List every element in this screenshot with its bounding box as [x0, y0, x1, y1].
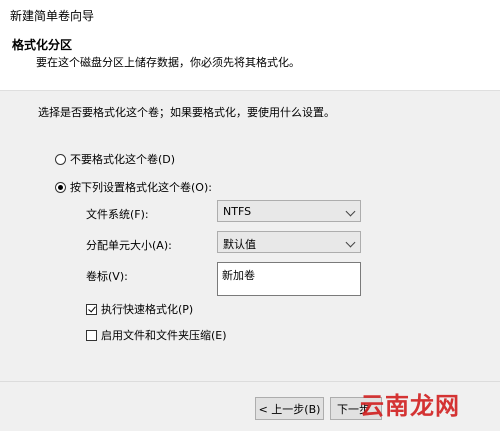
format-prompt: 选择是否要格式化这个卷；如果要格式化，要使用什么设置。: [38, 106, 335, 119]
allocation-label: 分配单元大小(A):: [86, 239, 172, 252]
quick-format-box[interactable]: [86, 303, 97, 315]
page-title: 格式化分区: [12, 38, 73, 52]
chevron-down-icon: [345, 206, 356, 217]
window-title: 新建简单卷向导: [10, 9, 95, 23]
filesystem-value: NTFS: [223, 205, 252, 218]
page-description: 要在这个磁盘分区上储存数据，你必须先将其格式化。: [36, 56, 300, 69]
volume-label-value: 新加卷: [222, 269, 255, 282]
back-button[interactable]: < 上一步(B): [255, 397, 324, 420]
allocation-value: 默认值: [223, 238, 256, 251]
quick-format-label: 执行快速格式化(P): [101, 303, 194, 316]
radio-no-format-label: 不要格式化这个卷(D): [70, 153, 176, 166]
filesystem-label: 文件系统(F):: [86, 208, 149, 221]
compression-box[interactable]: [86, 329, 97, 341]
volume-label-input[interactable]: 新加卷: [217, 262, 361, 296]
compression-label: 启用文件和文件夹压缩(E): [101, 329, 227, 342]
back-button-label: < 上一步(B): [258, 402, 321, 416]
radio-no-format-indicator[interactable]: [55, 153, 66, 165]
watermark-logo: 云南龙网: [360, 391, 460, 420]
radio-format-indicator[interactable]: [55, 181, 66, 193]
wizard-header: 格式化分区 要在这个磁盘分区上储存数据，你必须先将其格式化。: [0, 28, 500, 91]
title-bar: 新建简单卷向导: [0, 0, 500, 28]
wizard-body: 选择是否要格式化这个卷；如果要格式化，要使用什么设置。 不要格式化这个卷(D) …: [0, 91, 500, 381]
radio-format-label: 按下列设置格式化这个卷(O):: [70, 181, 212, 194]
volume-label-label: 卷标(V):: [86, 270, 128, 283]
compression-checkbox[interactable]: 启用文件和文件夹压缩(E): [86, 327, 227, 343]
allocation-select[interactable]: 默认值: [217, 231, 361, 253]
chevron-down-icon: [345, 237, 356, 248]
footer-divider: [0, 381, 500, 382]
quick-format-checkbox[interactable]: 执行快速格式化(P): [86, 301, 193, 317]
radio-no-format[interactable]: 不要格式化这个卷(D): [55, 151, 175, 167]
filesystem-select[interactable]: NTFS: [217, 200, 361, 222]
radio-format[interactable]: 按下列设置格式化这个卷(O):: [55, 179, 212, 195]
